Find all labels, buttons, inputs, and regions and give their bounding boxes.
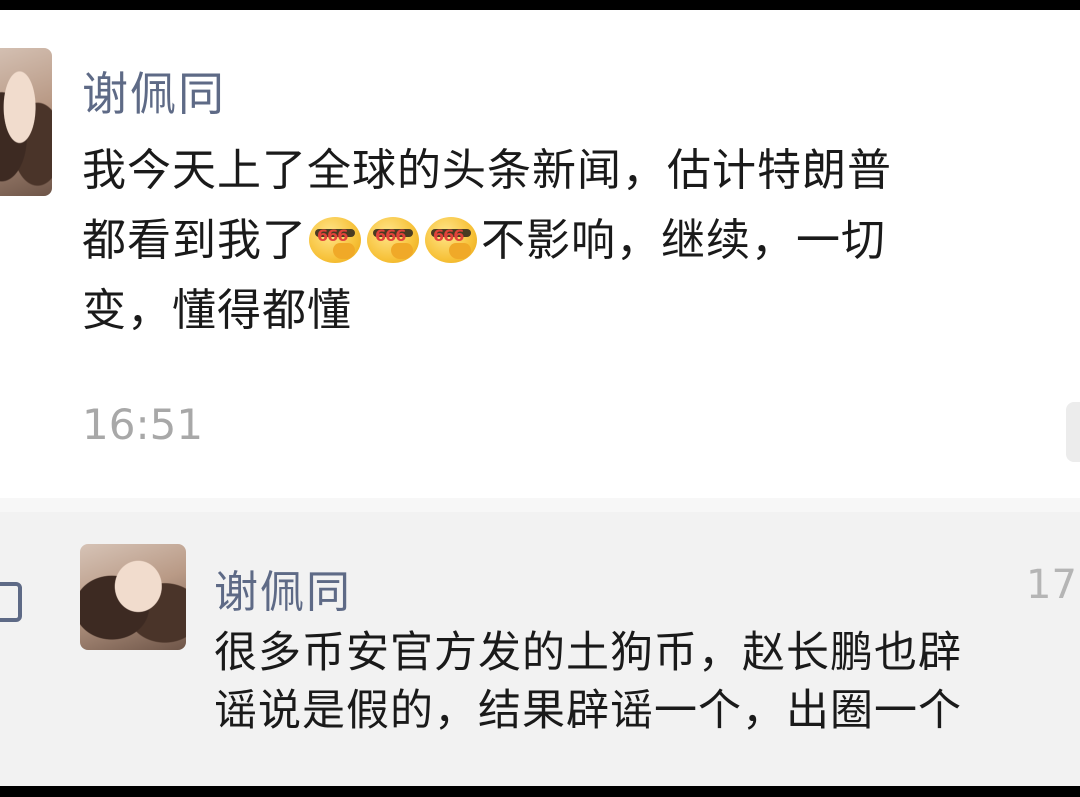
checkbox-icon[interactable]: [0, 582, 22, 622]
avatar[interactable]: [80, 544, 186, 650]
message-text: 我今天上了全球的头条新闻，估计特朗普 都看到我了 666 666 666 不影响，继续，…: [82, 136, 892, 346]
message-card[interactable]: 谢佩同 17: 很多币安官方发的土狗币，赵长鹏也辟 谣说是假的，结果辟谣一个，出…: [0, 512, 1080, 786]
edge-tab[interactable]: [1066, 402, 1080, 462]
emoji-label: 666: [317, 226, 348, 245]
emoji-label: 666: [433, 226, 464, 245]
sender-name[interactable]: 谢佩同: [82, 58, 226, 124]
message-line: 很多币安官方发的土狗币，赵长鹏也辟: [214, 628, 962, 678]
message-line-with-emoji: 都看到我了 666 666 666 不影响，继续，一切: [82, 206, 892, 276]
message-line: 变，懂得都懂: [82, 285, 352, 336]
message-time: 16:51: [82, 400, 204, 449]
chat-screen: 谢佩同 我今天上了全球的头条新闻，估计特朗普 都看到我了 666 666 666 不影响…: [0, 10, 1080, 786]
message-line: 谣说是假的，结果辟谣一个，出圈一个: [214, 686, 962, 736]
emoji-label: 666: [375, 226, 406, 245]
message-text: 很多币安官方发的土狗币，赵长鹏也辟 谣说是假的，结果辟谣一个，出圈一个: [214, 624, 962, 740]
message-fragment: 都看到我了: [82, 215, 307, 266]
sunglasses-666-emoji: 666: [423, 207, 479, 263]
message-card[interactable]: 谢佩同 我今天上了全球的头条新闻，估计特朗普 都看到我了 666 666 666 不影响…: [0, 10, 1080, 498]
sunglasses-666-emoji: 666: [307, 207, 363, 263]
message-fragment: 不影响，继续，一切: [481, 215, 886, 266]
sender-name[interactable]: 谢佩同: [214, 556, 352, 620]
message-line: 我今天上了全球的头条新闻，估计特朗普: [82, 145, 892, 196]
sunglasses-666-emoji: 666: [365, 207, 421, 263]
avatar[interactable]: [0, 48, 52, 196]
message-time: 17:: [1026, 562, 1080, 608]
